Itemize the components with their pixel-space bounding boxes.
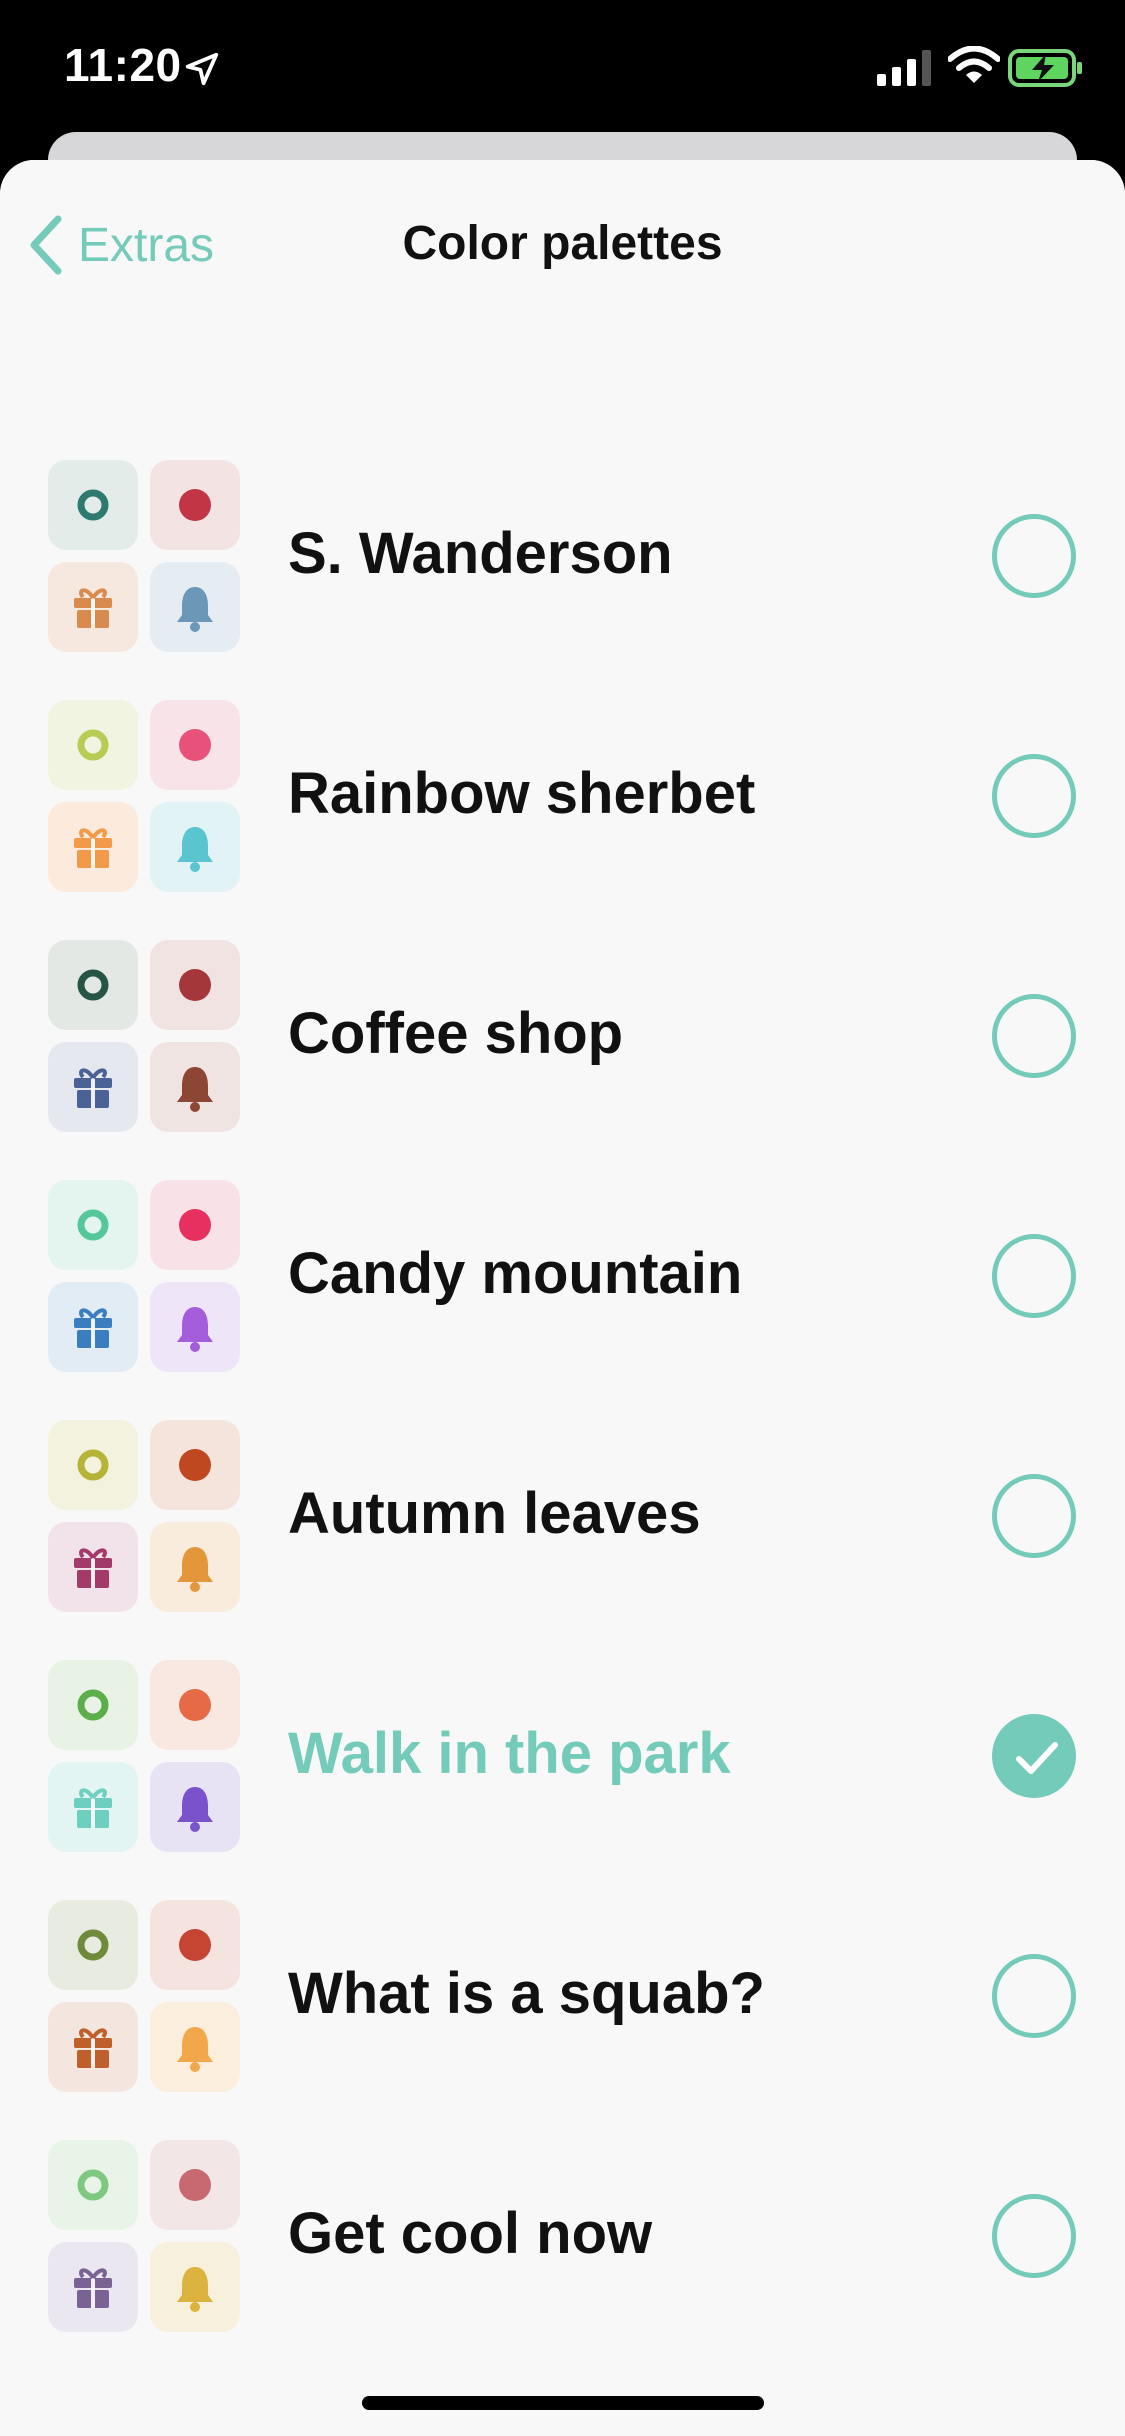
palette-row[interactable]: Coffee shop — [0, 940, 1125, 1180]
gift-icon — [74, 2028, 112, 2068]
checkmark-icon — [1016, 1742, 1058, 1774]
radio-button[interactable] — [992, 2194, 1076, 2278]
status-time: 11:20 — [64, 39, 182, 91]
palette-swatch-ring — [48, 1420, 138, 1510]
dot-icon — [179, 1209, 211, 1241]
palette-row[interactable]: Rainbow sherbet — [0, 700, 1125, 940]
palette-swatch-gift — [48, 1522, 138, 1612]
page-title: Color palettes — [402, 217, 723, 270]
palette-swatch-gift — [48, 1282, 138, 1372]
radio-button[interactable] — [992, 1234, 1076, 1318]
gift-icon — [74, 1788, 112, 1828]
palette-swatch-gift — [48, 1042, 138, 1132]
palette-swatch-dot — [150, 1660, 240, 1750]
home-indicator[interactable] — [362, 2396, 764, 2410]
palette-swatch-dot — [150, 1180, 240, 1270]
palette-swatch-bell — [150, 2242, 240, 2332]
gift-icon — [74, 828, 112, 868]
ring-icon — [77, 489, 109, 521]
palette-name: Autumn leaves — [288, 1481, 701, 1546]
palette-row[interactable]: Get cool now — [0, 2140, 1125, 2380]
dot-icon — [179, 1449, 211, 1481]
dot-icon — [179, 489, 211, 521]
navigation-bar: Extras Color palettes — [0, 160, 1125, 320]
dot-icon — [179, 969, 211, 1001]
palette-row[interactable]: What is a squab? — [0, 1900, 1125, 2140]
dot-icon — [179, 2169, 211, 2201]
palette-swatch-ring — [48, 2140, 138, 2230]
palette-name: Rainbow sherbet — [288, 761, 756, 826]
palette-swatch-dot — [150, 700, 240, 790]
palette-row[interactable]: Candy mountain — [0, 1180, 1125, 1420]
ring-icon — [77, 729, 109, 761]
bell-icon — [177, 1547, 213, 1592]
palette-swatch-bell — [150, 1762, 240, 1852]
palette-swatch-gift — [48, 2002, 138, 2092]
radio-button-selected[interactable] — [992, 1714, 1076, 1798]
palette-swatch-ring — [48, 700, 138, 790]
radio-button[interactable] — [992, 1954, 1076, 2038]
gift-icon — [74, 1308, 112, 1348]
palette-name: What is a squab? — [288, 1961, 765, 2026]
gift-icon — [74, 2268, 112, 2308]
palette-name: S. Wanderson — [288, 521, 673, 586]
bell-icon — [177, 587, 213, 632]
palette-swatch-ring — [48, 940, 138, 1030]
ring-icon — [77, 969, 109, 1001]
color-palettes-sheet: Neon skyline S. Wanderson Rainbow sherbe… — [0, 160, 1125, 2436]
palette-swatch-gift — [48, 802, 138, 892]
palette-swatch-dot — [150, 1900, 240, 1990]
gift-icon — [74, 1548, 112, 1588]
ring-icon — [77, 1209, 109, 1241]
dot-icon — [179, 1689, 211, 1721]
palette-swatch-dot — [150, 2140, 240, 2230]
ring-icon — [77, 2169, 109, 2201]
palette-swatch-dot — [150, 1420, 240, 1510]
palette-name: Candy mountain — [288, 1241, 743, 1306]
palette-row[interactable]: S. Wanderson — [0, 460, 1125, 700]
ring-icon — [77, 1689, 109, 1721]
palette-swatch-ring — [48, 1660, 138, 1750]
palette-swatch-bell — [150, 2002, 240, 2092]
radio-button[interactable] — [992, 754, 1076, 838]
palette-swatch-ring — [48, 1900, 138, 1990]
radio-button[interactable] — [992, 1474, 1076, 1558]
palette-swatch-dot — [150, 460, 240, 550]
palette-swatch-ring — [48, 1180, 138, 1270]
gift-icon — [74, 588, 112, 628]
location-arrow-icon — [185, 52, 219, 86]
palette-row[interactable]: Autumn leaves — [0, 1420, 1125, 1660]
status-bar: 11:20 — [0, 0, 1125, 140]
palette-name: Get cool now — [288, 2201, 653, 2266]
ring-icon — [77, 1449, 109, 1481]
bell-icon — [177, 827, 213, 872]
palette-name: Coffee shop — [288, 1001, 624, 1066]
palette-swatch-bell — [150, 562, 240, 652]
bell-icon — [177, 1787, 213, 1832]
palette-swatch-bell — [150, 802, 240, 892]
palette-swatch-dot — [150, 940, 240, 1030]
palette-swatch-bell — [150, 1282, 240, 1372]
palette-row[interactable]: Walk in the park — [0, 1660, 1125, 1900]
radio-button[interactable] — [992, 994, 1076, 1078]
palette-swatch-gift — [48, 1762, 138, 1852]
palette-swatch-gift — [48, 2242, 138, 2332]
palette-swatch-bell — [150, 1522, 240, 1612]
battery-charging-icon — [1008, 49, 1082, 87]
cellular-signal-icon — [877, 50, 931, 86]
bell-icon — [177, 1307, 213, 1352]
palette-swatch-gift — [48, 562, 138, 652]
bell-icon — [177, 1067, 213, 1112]
palette-name: Walk in the park — [288, 1721, 731, 1786]
dot-icon — [179, 1929, 211, 1961]
dot-icon — [179, 729, 211, 761]
bell-icon — [177, 2267, 213, 2312]
gift-icon — [74, 1068, 112, 1108]
palette-swatch-bell — [150, 1042, 240, 1132]
ring-icon — [77, 1929, 109, 1961]
radio-button[interactable] — [992, 514, 1076, 598]
wifi-icon — [948, 46, 1000, 83]
palette-swatch-ring — [48, 460, 138, 550]
bell-icon — [177, 2027, 213, 2072]
